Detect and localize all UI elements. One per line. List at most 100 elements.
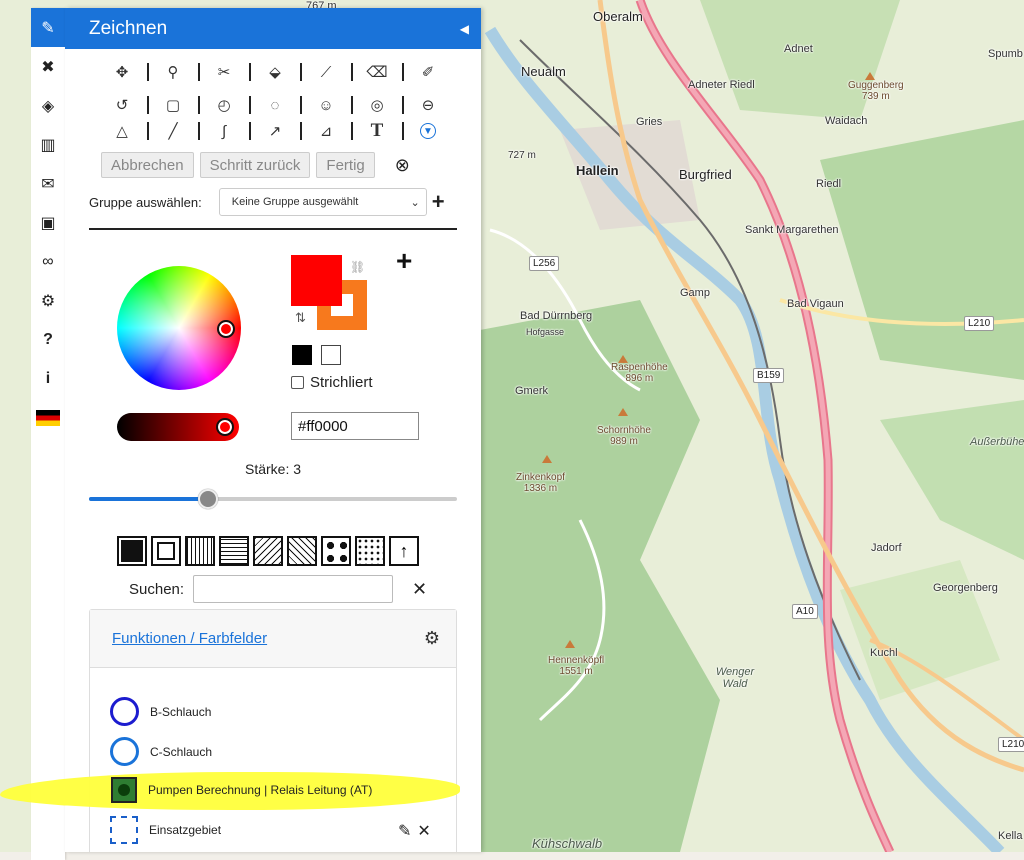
pattern-fill-none[interactable]: [151, 536, 181, 566]
pin-icon[interactable]: ⚲: [161, 61, 185, 83]
black-swatch[interactable]: [292, 345, 312, 365]
magic-tools-icon[interactable]: ✖: [31, 47, 65, 86]
color-wheel-handle[interactable]: [217, 320, 235, 338]
list-item[interactable]: Pumpen Berechnung | Relais Leitung (AT): [111, 777, 372, 803]
pattern-cross-diagonal-lines[interactable]: [287, 536, 317, 566]
link-colors-icon[interactable]: ⛓: [350, 260, 365, 274]
place-label: Gmerk: [515, 385, 548, 397]
pencil-line-icon[interactable]: ✐: [416, 61, 440, 83]
pattern-fill-solid[interactable]: [117, 536, 147, 566]
circle-icon: [110, 697, 139, 726]
brightness-handle[interactable]: [216, 418, 234, 436]
place-label: Adnet: [784, 43, 813, 55]
chevron-down-icon: ⌄: [410, 196, 420, 209]
place-label: Waidach: [825, 115, 868, 127]
road-shield: B159: [753, 368, 785, 383]
undo-button[interactable]: Schritt zurück: [199, 152, 311, 178]
place-label: Georgenberg: [933, 582, 998, 594]
polygon-icon[interactable]: △: [110, 120, 134, 142]
measure-icon[interactable]: ⊿: [314, 120, 338, 142]
move-icon[interactable]: ✥: [110, 61, 134, 83]
arrow-icon[interactable]: ↗: [263, 120, 287, 142]
pencil-icon[interactable]: ✎: [31, 8, 65, 47]
circle-arrow-icon[interactable]: ⊖: [416, 94, 440, 116]
gear-icon[interactable]: ⚙: [424, 628, 440, 649]
add-color-icon[interactable]: +: [396, 245, 412, 277]
stroke-width-handle[interactable]: [198, 489, 218, 509]
circle-icon: [110, 737, 139, 766]
place-label: Kuchl: [870, 647, 898, 659]
help-icon[interactable]: ?: [31, 320, 65, 359]
cancel-button[interactable]: Abbrechen: [101, 152, 194, 178]
action-buttons: Abbrechen Schritt zurück Fertig ⊗: [101, 152, 410, 178]
place-label: Jadorf: [871, 542, 902, 554]
dashed-toggle[interactable]: Strichliert: [291, 374, 373, 391]
circle-dashed-icon[interactable]: ◌: [263, 94, 287, 116]
eraser-icon[interactable]: ⌫: [365, 61, 389, 83]
peak-label: Hennenköpfl 1551 m: [548, 655, 605, 677]
dashed-checkbox[interactable]: [291, 376, 304, 389]
edit-icon[interactable]: ✎: [398, 821, 411, 841]
road-shield: L256: [529, 256, 560, 271]
bounding-box-icon[interactable]: ▢: [161, 94, 185, 116]
text-icon[interactable]: T: [365, 120, 389, 142]
german-flag-icon[interactable]: [31, 398, 65, 437]
panel-title: Zeichnen: [89, 17, 168, 39]
scissors-icon[interactable]: ✂: [212, 61, 236, 83]
pattern-vertical-lines[interactable]: [185, 536, 215, 566]
pattern-horizontal-lines[interactable]: [219, 536, 249, 566]
place-label: Adneter Riedl: [688, 79, 755, 91]
white-swatch[interactable]: [321, 345, 341, 365]
fill-bucket-icon[interactable]: ⬙: [263, 61, 287, 83]
search-label: Suchen:: [129, 580, 185, 598]
envelope-icon[interactable]: ✉: [31, 164, 65, 203]
info-icon[interactable]: i: [31, 359, 65, 398]
timer-icon[interactable]: ◴: [212, 94, 236, 116]
place-label: Wenger Wald: [715, 666, 755, 690]
item-actions: ✎ ✕: [398, 821, 431, 841]
place-label: Bad Dürrnberg: [520, 310, 593, 322]
eyedropper-icon[interactable]: ⟋: [314, 61, 338, 83]
list-item[interactable]: B-Schlauch: [110, 697, 211, 726]
layers-icon[interactable]: ◈: [31, 86, 65, 125]
line-icon[interactable]: ╱: [161, 120, 185, 142]
functions-link[interactable]: Funktionen / Farbfelder: [112, 630, 267, 647]
save-icon[interactable]: ▣: [31, 203, 65, 242]
dropdown-circle-icon[interactable]: ▼: [420, 123, 436, 139]
target-icon[interactable]: ◎: [365, 94, 389, 116]
place-label: Gamp: [680, 287, 710, 299]
divider: [89, 228, 457, 230]
list-item[interactable]: Einsatzgebiet: [110, 816, 221, 844]
fill-patterns: ↑: [117, 536, 419, 566]
pattern-small-dots[interactable]: [355, 536, 385, 566]
delete-icon[interactable]: ✕: [417, 821, 430, 841]
snap-off-icon[interactable]: ⊗: [395, 155, 410, 176]
polyline-icon[interactable]: ∫: [212, 120, 236, 142]
place-label: Spumb: [988, 48, 1023, 60]
rotate-icon[interactable]: ↺: [110, 94, 134, 116]
add-group-icon[interactable]: +: [432, 189, 445, 215]
group-selector: Gruppe auswählen: Keine Gruppe ausgewähl…: [89, 188, 445, 216]
stroke-width-slider[interactable]: [89, 497, 457, 501]
place-label: Kella: [998, 830, 1023, 842]
map-icon[interactable]: ▥: [31, 125, 65, 164]
hex-color-input[interactable]: #ff0000: [291, 412, 419, 440]
done-button[interactable]: Fertig: [316, 152, 375, 178]
link-icon[interactable]: ∞: [31, 242, 65, 281]
primary-color-swatch[interactable]: [291, 255, 342, 306]
list-item[interactable]: C-Schlauch: [110, 737, 212, 766]
search-input[interactable]: [193, 575, 394, 603]
users-gear-icon[interactable]: ⚙: [31, 281, 65, 320]
peak-label: Schornhöhe 989 m: [597, 425, 651, 447]
pattern-large-dots[interactable]: [321, 536, 351, 566]
swap-colors-icon[interactable]: ⇅: [295, 310, 306, 326]
arrow-up-icon[interactable]: ↑: [389, 536, 419, 566]
pattern-diagonal-lines[interactable]: [253, 536, 283, 566]
group-select[interactable]: Keine Gruppe ausgewählt ⌄: [218, 188, 427, 216]
collapse-panel-icon[interactable]: ◀: [460, 22, 469, 36]
clear-search-icon[interactable]: ✕: [412, 579, 427, 600]
face-icon[interactable]: ☺: [314, 94, 338, 116]
group-label: Gruppe auswählen:: [89, 194, 202, 210]
place-label: Sankt Margarethen: [745, 224, 839, 236]
tool-row-3: △ ╱ ∫ ↗ ⊿ T ▼: [110, 120, 440, 142]
